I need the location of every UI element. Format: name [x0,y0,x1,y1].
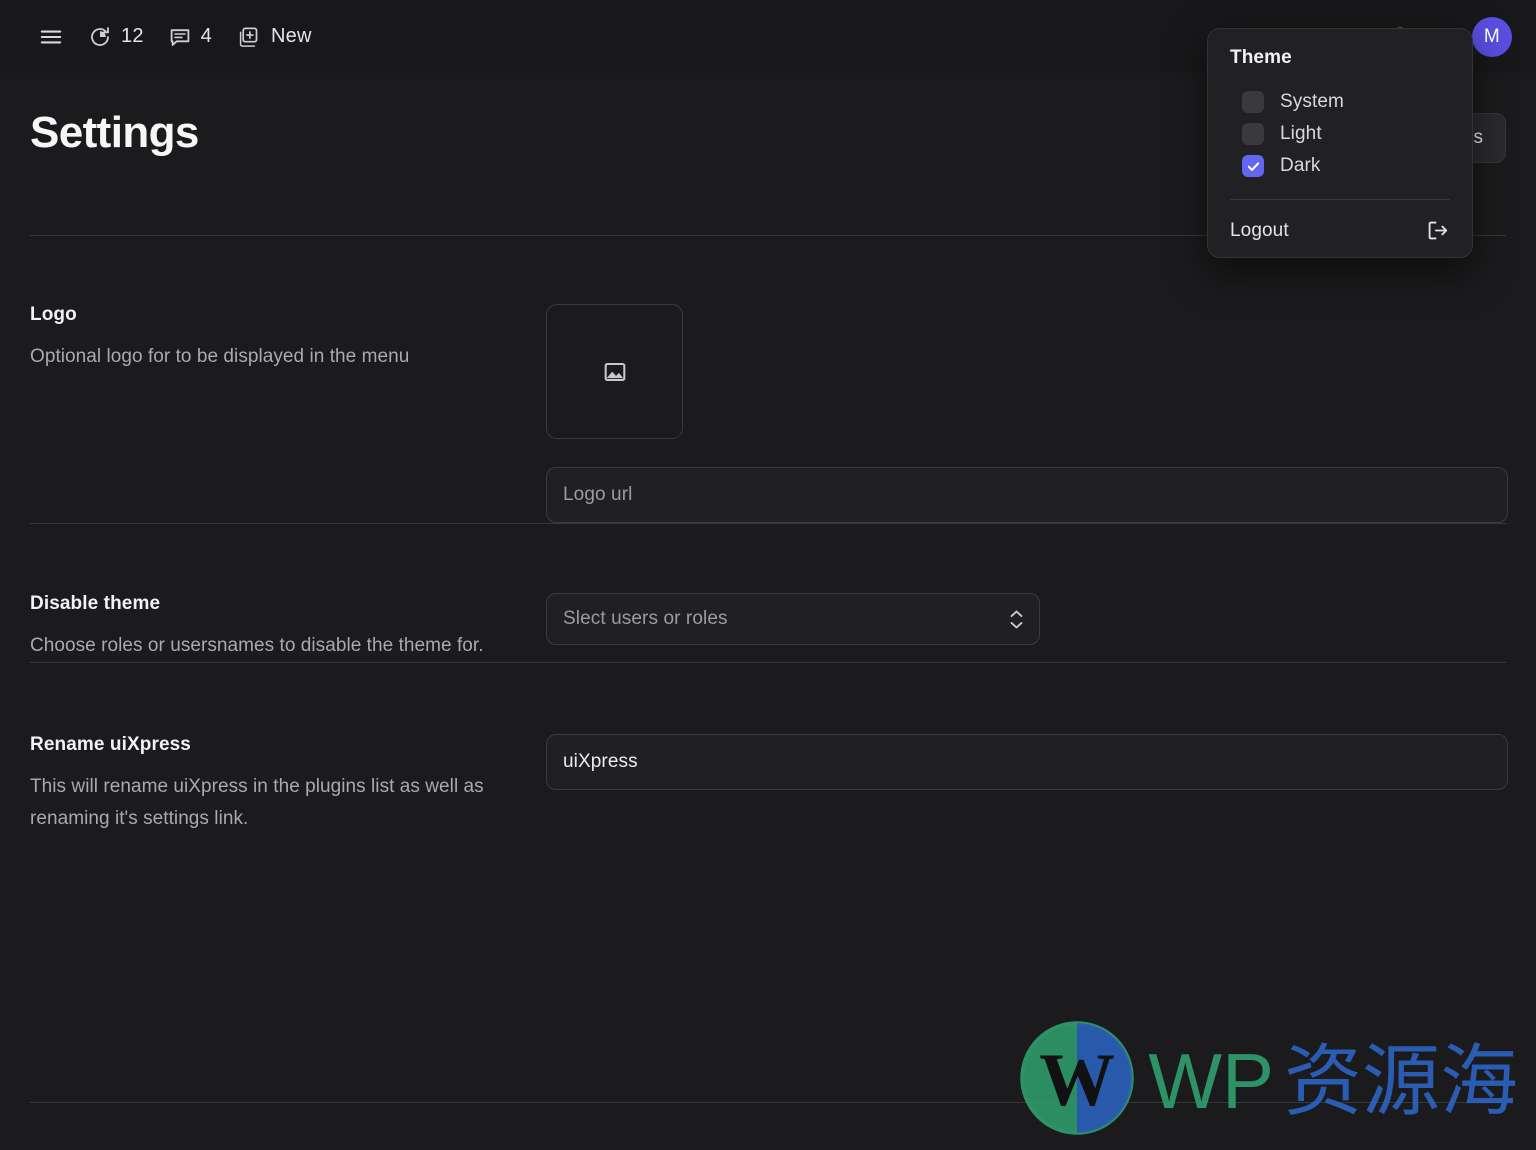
comments-icon [168,25,192,49]
new-content-icon [236,25,260,49]
logo-url-input[interactable] [546,467,1508,523]
checkbox-unchecked-icon[interactable] [1242,91,1264,113]
comments-button[interactable]: 4 [156,19,224,55]
setting-title: Disable theme [30,593,161,614]
setting-row-rename-uixpress: Rename uiXpress This will rename uiXpres… [30,661,1508,835]
comments-count: 4 [200,25,212,47]
setting-divider [30,523,1506,524]
disable-theme-select-wrapper: Slect users or roles [546,593,1040,645]
setting-description: Choose roles or usersnames to disable th… [30,635,484,656]
theme-option-light[interactable]: Light [1208,118,1472,150]
hamburger-menu-icon [38,24,64,50]
logout-button[interactable]: Logout [1208,200,1472,243]
setting-description: This will rename uiXpress in the plugins… [30,775,484,829]
theme-option-dark-label: Dark [1280,155,1321,176]
setting-divider [30,661,1506,663]
image-placeholder-icon [602,359,628,385]
rename-uixpress-input[interactable] [546,733,1508,790]
settings-list: Logo Optional logo for to be displayed i… [0,236,1536,1150]
setting-description: Optional logo for to be displayed in the… [30,346,410,367]
theme-option-system-label: System [1280,91,1344,112]
page-title: Settings [30,108,199,157]
setting-title: Logo [30,304,77,325]
setting-title: Rename uiXpress [30,733,191,755]
updates-icon [88,25,112,49]
theme-section-title: Theme [1230,47,1292,68]
hamburger-menu-button[interactable] [30,18,76,56]
logout-label: Logout [1230,219,1289,241]
setting-divider-bottom [30,1102,1506,1103]
new-content-label: New [270,25,312,47]
setting-row-logo: Logo Optional logo for to be displayed i… [30,236,1508,523]
checkbox-unchecked-icon[interactable] [1242,123,1264,145]
setting-row-disable-theme-control: Slect users or roles [546,593,1506,645]
logo-upload-dropzone[interactable] [546,304,683,439]
theme-option-system[interactable]: System [1208,86,1472,118]
avatar[interactable]: M [1472,16,1512,57]
theme-option-light-label: Light [1280,123,1322,144]
theme-option-dark[interactable]: Dark [1208,150,1472,182]
checkbox-checked-icon[interactable] [1242,155,1264,177]
updates-button[interactable]: 12 [76,19,156,55]
setting-row-logo-control [546,304,1508,523]
setting-row-disable-theme-label: Disable theme Choose roles or usersnames… [30,593,546,662]
new-content-button[interactable]: New [224,19,324,55]
disable-theme-select[interactable]: Slect users or roles [546,593,1040,645]
avatar-initial: M [1483,25,1501,47]
admin-bar-left-group: 12 4 New [30,18,324,56]
logout-icon [1425,218,1450,243]
disable-theme-select-value: Slect users or roles [563,608,728,629]
setting-row-rename-uixpress-control [546,733,1508,790]
setting-row-disable-theme: Disable theme Choose roles or usersnames… [30,523,1506,662]
user-dropdown-menu: Theme System Light Dark Logout [1207,28,1473,258]
setting-row-rename-uixpress-label: Rename uiXpress This will rename uiXpres… [30,734,546,835]
setting-row-logo-label: Logo Optional logo for to be displayed i… [30,304,546,373]
chevron-updown-icon [1010,610,1023,629]
updates-count: 12 [121,25,144,47]
